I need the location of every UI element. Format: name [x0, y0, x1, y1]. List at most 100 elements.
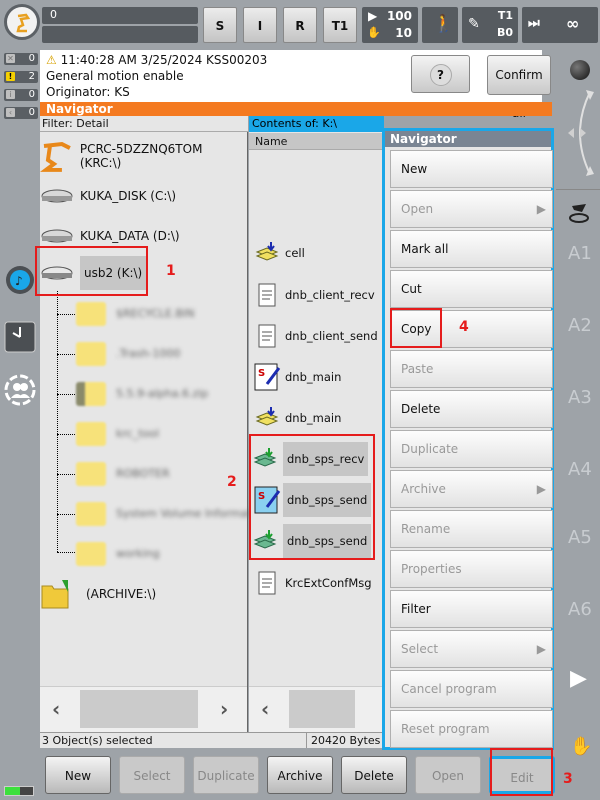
folder-icon [76, 502, 106, 526]
axis-a2-label[interactable]: A2 [568, 315, 592, 336]
info-message-counter[interactable]: i0 [4, 89, 38, 101]
robot-interpreter-button[interactable]: R [283, 7, 317, 43]
scrollbar-thumb[interactable] [289, 690, 355, 728]
tool-base-button[interactable]: ✎ T1 B0 [462, 7, 518, 43]
edit-context-menu: Navigator New Open ▶ Mark all Cut Copy Pa… [382, 128, 554, 750]
duplicate-button[interactable]: Duplicate [193, 756, 259, 794]
context-menu-title: Navigator [385, 131, 551, 147]
menu-item-cut[interactable]: Cut [390, 270, 553, 308]
stop-message-counter[interactable]: ✕ 0 [4, 53, 38, 65]
tree-folder[interactable]: System Volume Information [40, 495, 269, 533]
help-button[interactable]: ? [411, 55, 470, 93]
new-button[interactable]: New [45, 756, 111, 794]
interpreter-button[interactable]: I [243, 7, 277, 43]
increment-button[interactable]: ⏭ ∞ [522, 7, 598, 43]
robot-icon [40, 142, 71, 172]
clock-icon[interactable] [4, 321, 36, 353]
tree-folder[interactable]: ROBOTER [40, 455, 248, 493]
tree-folder[interactable]: $RECYCLE.BIN [40, 295, 248, 333]
select-button[interactable]: Select [119, 756, 185, 794]
menu-item-filter[interactable]: Filter [390, 590, 553, 628]
menu-item-new[interactable]: New [390, 150, 553, 188]
name-column-header[interactable]: Name [249, 133, 384, 150]
jog-axis-direction-icon[interactable] [564, 88, 598, 178]
scroll-left-icon[interactable]: ‹ [261, 697, 269, 721]
menu-item-reset-program[interactable]: Reset program [390, 710, 553, 748]
menu-item-mark-all[interactable]: Mark all [390, 230, 553, 268]
size-cell: 20420 Bytes [306, 733, 382, 748]
folder-label: $RECYCLE.BIN [116, 307, 195, 320]
tree-horizontal-scrollbar[interactable]: ‹ › [40, 686, 247, 732]
tree-folder[interactable]: .Trash-1000 [40, 335, 248, 373]
archive-folder-icon [41, 580, 69, 609]
file-item[interactable]: dnb_client_send [255, 319, 378, 353]
drives-button[interactable]: 🚶 [422, 7, 458, 43]
archive-button[interactable]: Archive [267, 756, 333, 794]
axis-a3-label[interactable]: A3 [568, 387, 592, 408]
menu-item-delete[interactable]: Delete [390, 390, 553, 428]
menu-item-archive[interactable]: Archive ▶ [390, 470, 553, 508]
tree-item-kuka-disk[interactable]: KUKA_DISK (C:\) [40, 176, 176, 216]
message-window: ⚠ 11:40:28 AM 3/25/2024 KSS00203 General… [40, 50, 542, 102]
contents-pane: Contents of: K:\ Name cell dnb_client_re… [249, 116, 384, 732]
file-name: dnb_client_send [285, 329, 378, 343]
scroll-right-icon[interactable]: › [220, 697, 228, 721]
scroll-left-icon[interactable]: ‹ [52, 697, 60, 721]
tree-connector [57, 314, 75, 315]
menu-item-open[interactable]: Open ▶ [390, 190, 553, 228]
axis-a1-label[interactable]: A1 [568, 243, 592, 264]
wait-message-counter[interactable]: ‹ 0 [4, 107, 38, 119]
hand-jog-icon[interactable]: ✋ [570, 736, 592, 757]
user-group-icon[interactable] [4, 374, 36, 406]
warning-message-counter[interactable]: ! 2 [4, 71, 38, 83]
menu-item-select[interactable]: Select ▶ [390, 630, 553, 668]
override-button[interactable]: ▶ 100 ✋ 10 [362, 7, 418, 43]
file-item[interactable]: cell [255, 236, 305, 270]
file-item[interactable]: KrcExtConfMsg [255, 566, 372, 600]
submit-interpreter-button[interactable]: S [203, 7, 237, 43]
drive-icon [41, 229, 73, 243]
menu-label: New [401, 162, 428, 176]
tree-item-krc[interactable]: PCRC-5DZZNQ6TOM (KRC:\) [40, 136, 247, 176]
menu-item-duplicate[interactable]: Duplicate [390, 430, 553, 468]
menu-item-cancel-program[interactable]: Cancel program [390, 670, 553, 708]
battery-indicator [4, 786, 34, 796]
file-item[interactable]: dnb_client_recv [255, 278, 375, 312]
kuka-main-menu-button[interactable] [4, 4, 40, 40]
menu-item-rename[interactable]: Rename [390, 510, 553, 548]
tree-folder[interactable]: 5.5.9-alpha.6.zip [40, 375, 248, 413]
open-button[interactable]: Open [415, 756, 481, 794]
contents-header: Contents of: K:\ [249, 116, 384, 132]
menu-label: Cut [401, 282, 422, 296]
axis-jog-mode-icon[interactable] [568, 202, 592, 224]
folder-label: 5.5.9-alpha.6.zip [116, 387, 209, 400]
menu-label: Filter [401, 602, 431, 616]
tree-connector [57, 514, 75, 515]
globe-icon[interactable] [570, 60, 590, 80]
tool-value: T1 [497, 9, 513, 22]
file-item[interactable]: S dnb_main [253, 360, 341, 394]
warning-triangle-icon: ⚠ [46, 53, 57, 67]
menu-item-paste[interactable]: Paste [390, 350, 553, 388]
configuration-gear-icon[interactable]: ♪ [4, 264, 36, 296]
scrollbar-thumb[interactable] [80, 690, 198, 728]
operating-mode-button[interactable]: T1 [323, 7, 357, 43]
menu-item-properties[interactable]: Properties [390, 550, 553, 588]
start-play-icon[interactable]: ▶ [570, 666, 587, 691]
axis-a4-label[interactable]: A4 [568, 459, 592, 480]
tree-folder[interactable]: working [40, 535, 248, 573]
text-file-icon [258, 283, 276, 307]
tree-item-label: KUKA_DATA (D:\) [80, 229, 180, 243]
folder-icon [76, 542, 106, 566]
axis-a5-label[interactable]: A5 [568, 527, 592, 548]
message-timestamp: 11:40:28 AM 3/25/2024 KSS00203 [60, 53, 268, 67]
confirm-all-button[interactable]: Confirm all [487, 55, 551, 120]
axis-a6-label[interactable]: A6 [568, 599, 592, 620]
delete-button[interactable]: Delete [341, 756, 407, 794]
file-item[interactable]: dnb_main [255, 401, 341, 435]
increment-icon: ⏭ [528, 16, 540, 31]
tree-folder[interactable]: krc_tool [40, 415, 248, 453]
contents-horizontal-scrollbar[interactable]: ‹ [249, 686, 384, 732]
folder-label: System Volume Information [116, 507, 269, 520]
tree-item-archive[interactable]: (ARCHIVE:\) [40, 574, 156, 614]
